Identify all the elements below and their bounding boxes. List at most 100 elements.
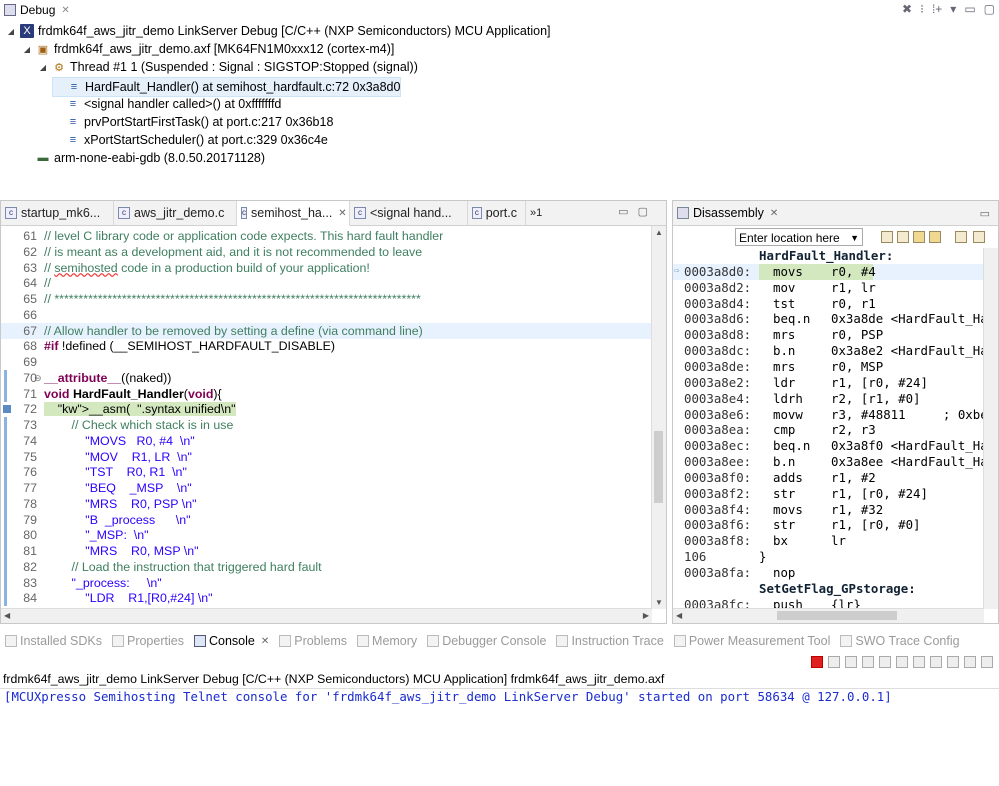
disassembly-tab[interactable]: Disassembly ✕ ▭ [673, 201, 998, 226]
code-line[interactable]: 80 "_MSP: \n" [1, 527, 652, 544]
show-on-output-icon[interactable] [930, 656, 942, 668]
disassembly-row[interactable]: 0003a8e6: movw r3, #48811 ; 0xbea [673, 407, 984, 423]
installed-sdks-tab[interactable]: Installed SDKs [0, 634, 107, 648]
disassembly-label[interactable]: SetGetFlag_GPstorage: [673, 581, 984, 597]
view-menu-icon[interactable] [973, 231, 985, 243]
scroll-right-icon[interactable]: ▶ [643, 611, 649, 620]
disassembly-row[interactable]: 0003a8d2: mov r1, lr [673, 280, 984, 296]
close-icon[interactable]: ✕ [770, 208, 778, 219]
copy-icon[interactable] [862, 656, 874, 668]
code-line[interactable]: 61 // level C library code or application… [1, 228, 652, 244]
disassembly-horizontal-scrollbar[interactable]: ◀ [673, 608, 984, 623]
remove-all-icon[interactable] [845, 656, 857, 668]
console-tab[interactable]: Console ✕ [189, 634, 274, 648]
minimize-icon[interactable]: ▭ [980, 207, 990, 220]
debug-tree-item[interactable]: ≡ xPortStartScheduler() at port.c:329 0x3… [52, 131, 328, 149]
disassembly-row[interactable]: 0003a8f4: movs r1, #32 [673, 502, 984, 518]
code-line[interactable]: 63 // semihosted code in a production bui… [1, 260, 652, 276]
disassembly-vertical-scrollbar[interactable] [983, 248, 998, 609]
maximize-icon[interactable]: ▢ [638, 206, 648, 218]
disassembly-row[interactable]: 0003a8e2: ldr r1, [r0, #24] [673, 375, 984, 391]
scroll-thumb[interactable] [654, 431, 663, 503]
editor-tab[interactable]: c semihost_ha... ✕ [237, 201, 350, 226]
debug-tree-item[interactable]: ◢ ⚙ Thread #1 1 (Suspended : Signal : SIGS… [38, 58, 418, 76]
view-menu-icon[interactable]: ⁝ [920, 2, 924, 16]
debug-tree-item[interactable]: ◢ Xfrdmk64f_aws_jitr_demo LinkServer Debu… [6, 22, 551, 40]
more-tabs-button[interactable]: »1 [526, 201, 550, 225]
location-combo[interactable]: Enter location here ▼ [735, 228, 863, 246]
expand-toggle-icon[interactable]: ◢ [22, 45, 32, 54]
debug-tree-item[interactable]: ≡ prvPortStartFirstTask() at port.c:217 0… [52, 113, 334, 131]
disassembly-listing[interactable]: HardFault_Handler: ⇨ 0003a8d0: movs r0, #4 00… [673, 248, 984, 609]
link-with-editor-icon[interactable] [881, 231, 893, 243]
debug-view-tab[interactable]: Debug ✕ [0, 0, 74, 20]
code-line[interactable]: 76 "TST R0, R1 \n" [1, 464, 652, 481]
code-line[interactable]: 82 // Load the instruction that triggere… [1, 558, 652, 575]
code-line[interactable]: 73 // Check which stack is in use [1, 417, 652, 433]
disassembly-row[interactable]: 0003a8fa: nop [673, 565, 984, 581]
chevron-down-icon[interactable]: ▾ [950, 2, 956, 16]
debug-tree-item[interactable]: ◢ ▣ frdmk64f_aws_jitr_demo.axf [MK64FN1M0x… [22, 40, 394, 58]
chevron-down-icon[interactable]: ▼ [850, 229, 859, 247]
code-line[interactable]: 74 "MOVS R0, #4 \n" [1, 432, 652, 449]
disassembly-row[interactable]: 0003a8f8: bx lr [673, 533, 984, 549]
properties-tab[interactable]: Properties [107, 634, 189, 648]
disassembly-row[interactable]: 0003a8e4: ldrh r2, [r1, #0] [673, 391, 984, 407]
show-source-icon[interactable] [913, 231, 925, 243]
code-line[interactable]: 72 "kw">__asm( ".syntax unified\n" [1, 401, 652, 417]
debug-tree-item[interactable]: ▬ arm-none-eabi-gdb (8.0.50.20171128) [22, 149, 266, 167]
code-line[interactable]: 67 // Allow handler to be removed by sett… [1, 322, 652, 339]
problems-tab[interactable]: Problems [274, 634, 352, 648]
disassembly-row[interactable]: 0003a8dc: b.n 0x3a8e2 <HardFault_Hand [673, 343, 984, 359]
expand-toggle-icon[interactable]: ◢ [6, 27, 16, 36]
instruction-trace-tab[interactable]: Instruction Trace [551, 634, 668, 648]
editor-horizontal-scrollbar[interactable]: ◀ ▶ [1, 608, 652, 623]
close-icon[interactable]: ✕ [261, 636, 269, 647]
terminate-icon[interactable] [811, 656, 823, 668]
disassembly-row[interactable]: 0003a8de: mrs r0, MSP [673, 359, 984, 375]
power-measurement-tool-tab[interactable]: Power Measurement Tool [669, 634, 836, 648]
new-debug-launch-icon[interactable]: ⁞+ [932, 2, 942, 16]
code-line[interactable]: 84 "LDR R1,[R0,#24] \n" [1, 590, 652, 607]
console-output[interactable]: [MCUXpresso Semihosting Telnet console f… [4, 689, 892, 704]
minimize-icon[interactable]: ▭ [964, 2, 975, 16]
close-icon[interactable]: ✕ [61, 5, 69, 16]
disassembly-row[interactable]: 0003a8d8: mrs r0, PSP [673, 327, 984, 343]
code-line[interactable]: 69 [1, 354, 652, 370]
display-console-icon[interactable] [964, 656, 976, 668]
swo-trace-config-tab[interactable]: SWO Trace Config [835, 634, 964, 648]
code-line[interactable]: 77 "BEQ _MSP \n" [1, 480, 652, 496]
debugger-console-tab[interactable]: Debugger Console [422, 634, 551, 648]
open-console-icon[interactable] [981, 656, 993, 668]
remove-launch-icon[interactable] [828, 656, 840, 668]
code-line[interactable]: 83 "_process: \n" [1, 574, 652, 591]
home-icon[interactable] [897, 231, 909, 243]
word-wrap-icon[interactable] [913, 656, 925, 668]
editor-tab[interactable]: c <signal hand... [350, 201, 468, 225]
pin-console-icon[interactable] [947, 656, 959, 668]
scroll-down-icon[interactable]: ▼ [655, 598, 663, 607]
code-line[interactable]: 79 "B _process \n" [1, 511, 652, 528]
scroll-left-icon[interactable]: ◀ [4, 611, 10, 620]
maximize-icon[interactable]: ▢ [984, 2, 995, 16]
show-symbols-icon[interactable] [929, 231, 941, 243]
editor-vertical-scrollbar[interactable]: ▲ ▼ [651, 226, 666, 609]
scroll-lock-icon[interactable] [896, 656, 908, 668]
code-line[interactable]: ⊖ 70 __attribute__((naked)) [1, 369, 652, 386]
scroll-up-icon[interactable]: ▲ [655, 228, 663, 237]
scroll-left-icon[interactable]: ◀ [676, 611, 682, 620]
minimize-icon[interactable]: ▭ [618, 206, 628, 218]
scroll-thumb[interactable] [777, 611, 897, 620]
debug-tree-item[interactable]: ≡ <signal handler called>() at 0xfffffffd [52, 95, 282, 113]
editor-tab[interactable]: c port.c [468, 201, 526, 225]
disassembly-label[interactable]: HardFault_Handler: [673, 248, 984, 264]
refresh-icon[interactable] [955, 231, 967, 243]
code-line[interactable]: 81 "MRS R0, MSP \n" [1, 543, 652, 559]
code-line[interactable]: 75 "MOV R1, LR \n" [1, 448, 652, 465]
disassembly-row[interactable]: 0003a8f0: adds r1, #2 [673, 470, 984, 486]
code-line[interactable]: 62 // is meant as a development aid, and … [1, 244, 652, 260]
disassembly-row[interactable]: 0003a8ee: b.n 0x3a8ee <HardFault_Hand [673, 454, 984, 470]
code-line[interactable]: 64 // [1, 275, 652, 291]
code-line[interactable]: 68 #if !defined (__SEMIHOST_HARDFAULT_DIS… [1, 338, 652, 354]
disassembly-row[interactable]: 106} [673, 549, 984, 565]
